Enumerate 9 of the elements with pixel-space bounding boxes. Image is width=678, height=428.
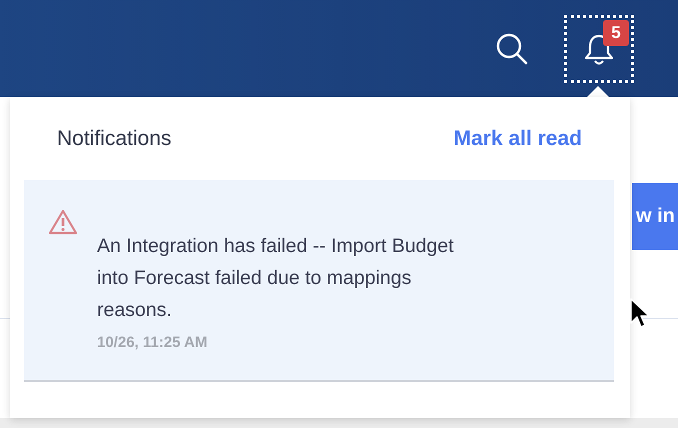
notification-message: An Integration has failed -- Import Budget into Forecast failed due to mappings reasons. [97, 234, 455, 323]
mark-all-read-link[interactable]: Mark all read [454, 126, 582, 150]
notification-item[interactable]: An Integration has failed -- Import Budget into Forecast failed due to mappings reasons. 10/26, 11:25 AM [24, 180, 614, 382]
notification-time: 10/26, 11:25 AM [97, 334, 208, 351]
warning-icon [48, 209, 78, 235]
notifications-button[interactable]: 5 [564, 14, 634, 82]
action-button[interactable]: w in [632, 183, 678, 250]
panel-title: Notifications [57, 126, 172, 150]
notification-count-badge: 5 [603, 20, 629, 46]
